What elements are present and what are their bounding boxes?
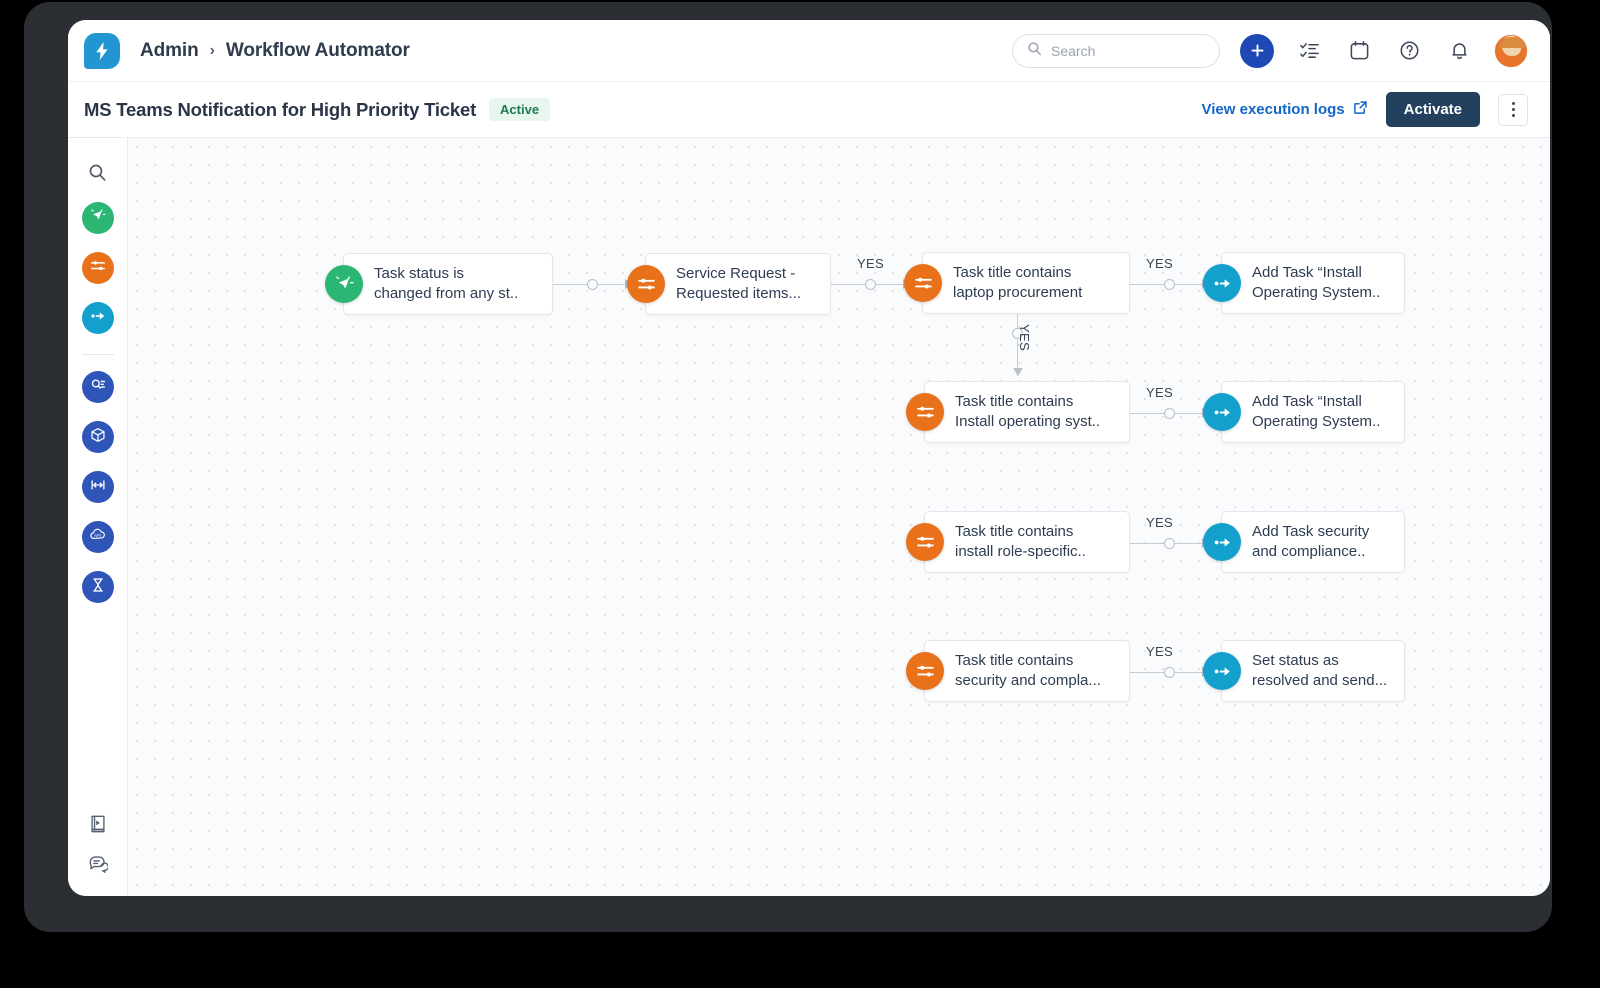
connector-dot	[1164, 538, 1175, 549]
trigger-cursor-icon	[90, 208, 106, 229]
hourglass-icon	[90, 577, 106, 598]
flow-node-condition[interactable]: Task title contains Install operating sy…	[924, 381, 1130, 443]
sidebar-item-expand[interactable]	[82, 471, 114, 503]
connector-arrow-icon	[1013, 368, 1023, 376]
flow-node-label: Task title contains laptop procurement	[953, 263, 1082, 304]
sidebar-divider	[82, 354, 114, 355]
sidebar-item-api[interactable]: API	[82, 521, 114, 553]
view-execution-logs-link[interactable]: View execution logs	[1202, 100, 1368, 119]
action-arrow-icon	[1203, 264, 1241, 302]
cloud-api-icon: API	[89, 526, 106, 548]
sidebar-item-trigger[interactable]	[82, 202, 114, 234]
flow-node-action[interactable]: Add Task “Install Operating System..	[1221, 252, 1405, 314]
sliders-icon	[90, 258, 106, 279]
sliders-icon	[906, 523, 944, 561]
connector-dot	[1164, 667, 1175, 678]
flow-node-label: Task title contains Install operating sy…	[955, 392, 1100, 433]
status-badge: Active	[489, 98, 550, 121]
flow-node-condition[interactable]: Task title contains security and compla.…	[924, 640, 1130, 702]
sliders-icon	[627, 265, 665, 303]
edge-label: YES	[1146, 644, 1173, 659]
sidebar-item-action[interactable]	[82, 302, 114, 334]
flow-node-condition[interactable]: Service Request - Requested items...	[645, 253, 831, 315]
action-arrow-icon	[1203, 652, 1241, 690]
workflow-graph: YES YES YES YES	[128, 138, 1550, 896]
flow-node-action[interactable]: Add Task “Install Operating System..	[1221, 381, 1405, 443]
flow-node-label: Set status as resolved and send...	[1252, 651, 1387, 692]
add-button[interactable]	[1240, 34, 1274, 68]
connector-dot	[1164, 408, 1175, 419]
activate-button[interactable]: Activate	[1386, 92, 1480, 127]
edge-label: YES	[857, 256, 884, 271]
top-navigation-bar: Admin › Workflow Automator	[68, 20, 1550, 82]
flow-node-action[interactable]: Set status as resolved and send...	[1221, 640, 1405, 702]
top-bar-actions	[1012, 34, 1528, 68]
svg-text:API: API	[94, 533, 101, 538]
query-icon	[90, 377, 106, 398]
sliders-icon	[906, 393, 944, 431]
node-palette-sidebar: API	[68, 138, 128, 896]
action-arrow-icon	[1203, 393, 1241, 431]
flow-node-trigger[interactable]: Task status is changed from any st..	[343, 253, 553, 315]
more-vertical-icon[interactable]	[1498, 94, 1528, 126]
flow-node-label: Task title contains install role-specifi…	[955, 522, 1086, 563]
edge-label: YES	[1146, 256, 1173, 271]
flow-node-action[interactable]: Add Task security and compliance..	[1221, 511, 1405, 573]
edge-label: YES	[1146, 385, 1173, 400]
sidebar-bottom-actions	[68, 814, 127, 874]
lightning-bolt-logo[interactable]	[84, 33, 120, 69]
workflow-editor-body: API	[68, 138, 1550, 896]
device-frame: Admin › Workflow Automator	[24, 2, 1552, 932]
flow-node-label: Add Task “Install Operating System..	[1252, 263, 1380, 304]
connector-dot	[587, 279, 598, 290]
sliders-icon	[904, 264, 942, 302]
bell-icon[interactable]	[1444, 36, 1474, 66]
question-circle-icon[interactable]	[1394, 36, 1424, 66]
sidebar-item-query[interactable]	[82, 371, 114, 403]
action-arrow-icon	[90, 308, 106, 329]
view-execution-logs-label: View execution logs	[1202, 101, 1345, 118]
edge-label: YES	[1146, 515, 1173, 530]
connector-dot	[865, 279, 876, 290]
flow-node-label: Task title contains security and compla.…	[955, 651, 1101, 692]
sliders-icon	[906, 652, 944, 690]
chat-bubble-icon[interactable]	[88, 854, 108, 874]
workflow-title-bar: MS Teams Notification for High Priority …	[68, 82, 1550, 138]
trigger-cursor-icon	[325, 265, 363, 303]
breadcrumb-current[interactable]: Workflow Automator	[226, 40, 410, 62]
flow-node-label: Task status is changed from any st..	[374, 264, 518, 305]
workflow-canvas[interactable]: YES YES YES YES	[128, 138, 1550, 896]
flow-node-condition[interactable]: Task title contains laptop procurement	[922, 252, 1130, 314]
sidebar-item-object[interactable]	[82, 421, 114, 453]
sidebar-search-icon[interactable]	[80, 154, 116, 190]
flow-node-condition[interactable]: Task title contains install role-specifi…	[924, 511, 1130, 573]
sidebar-item-timer[interactable]	[82, 571, 114, 603]
action-arrow-icon	[1203, 523, 1241, 561]
search-icon	[1027, 41, 1042, 61]
search-input[interactable]	[1051, 43, 1205, 59]
flow-node-label: Add Task security and compliance..	[1252, 522, 1369, 563]
calendar-icon[interactable]	[1344, 36, 1374, 66]
search-box[interactable]	[1012, 34, 1220, 68]
breadcrumb-root[interactable]: Admin	[140, 40, 199, 62]
avatar[interactable]	[1494, 34, 1528, 68]
breadcrumb: Admin › Workflow Automator	[140, 40, 410, 62]
title-bar-actions: View execution logs Activate	[1202, 92, 1528, 127]
breadcrumb-separator-icon: ›	[210, 42, 215, 60]
edge-label: YES	[1017, 324, 1032, 351]
flow-node-label: Service Request - Requested items...	[676, 264, 801, 305]
sidebar-item-condition[interactable]	[82, 252, 114, 284]
expand-horizontal-icon	[90, 477, 106, 498]
connector-dot	[1164, 279, 1175, 290]
book-play-icon[interactable]	[88, 814, 108, 834]
page-title: MS Teams Notification for High Priority …	[84, 99, 476, 121]
app-window: Admin › Workflow Automator	[68, 20, 1550, 896]
external-link-icon	[1353, 100, 1368, 119]
cube-icon	[90, 427, 106, 448]
flow-node-label: Add Task “Install Operating System..	[1252, 392, 1380, 433]
checklist-icon[interactable]	[1294, 36, 1324, 66]
